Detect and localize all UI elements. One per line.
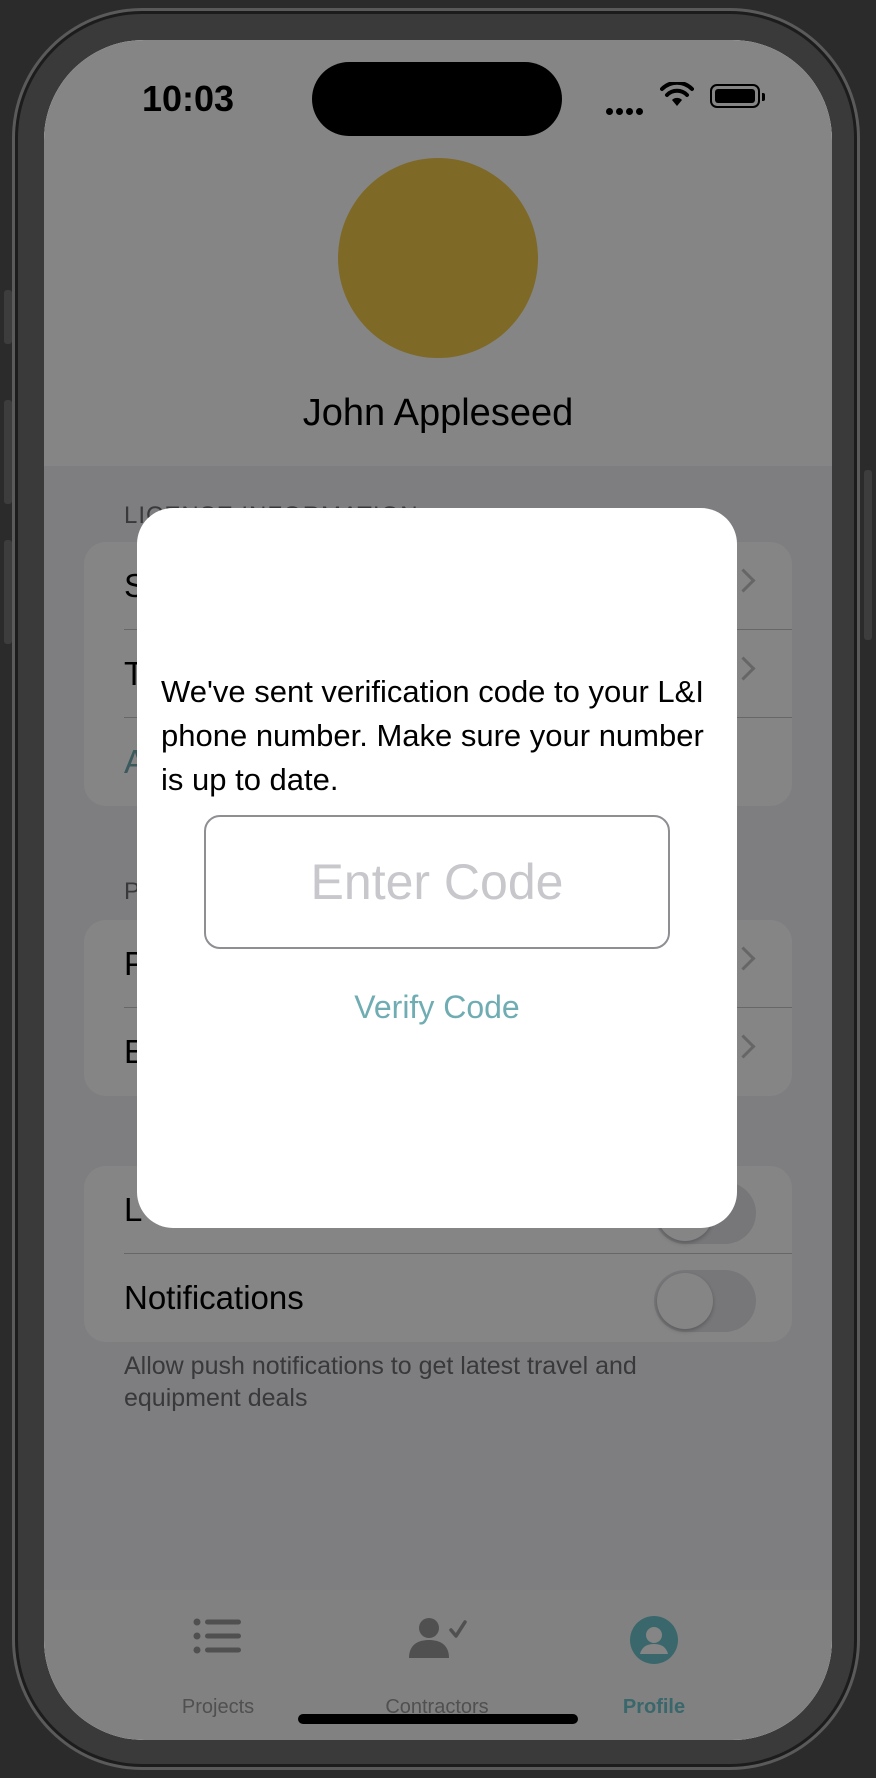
cellular-signal-icon: [606, 102, 646, 120]
wifi-icon: [660, 82, 694, 106]
dynamic-island: [312, 62, 562, 136]
code-input[interactable]: [204, 815, 670, 949]
volume-down-button: [4, 540, 12, 644]
power-button: [864, 470, 872, 640]
side-button: [4, 290, 12, 344]
verification-modal: We've sent verification code to your L&I…: [137, 508, 737, 1228]
volume-up-button: [4, 400, 12, 504]
screen: John Appleseed LICENSE INFORMATION S T A…: [44, 40, 832, 1740]
home-indicator[interactable]: [298, 1714, 578, 1724]
verification-message: We've sent verification code to your L&I…: [161, 674, 704, 797]
verify-code-button[interactable]: Verify Code: [137, 988, 737, 1027]
status-bar: 10:03: [44, 40, 832, 150]
status-time: 10:03: [142, 78, 235, 119]
battery-icon: [710, 84, 765, 108]
